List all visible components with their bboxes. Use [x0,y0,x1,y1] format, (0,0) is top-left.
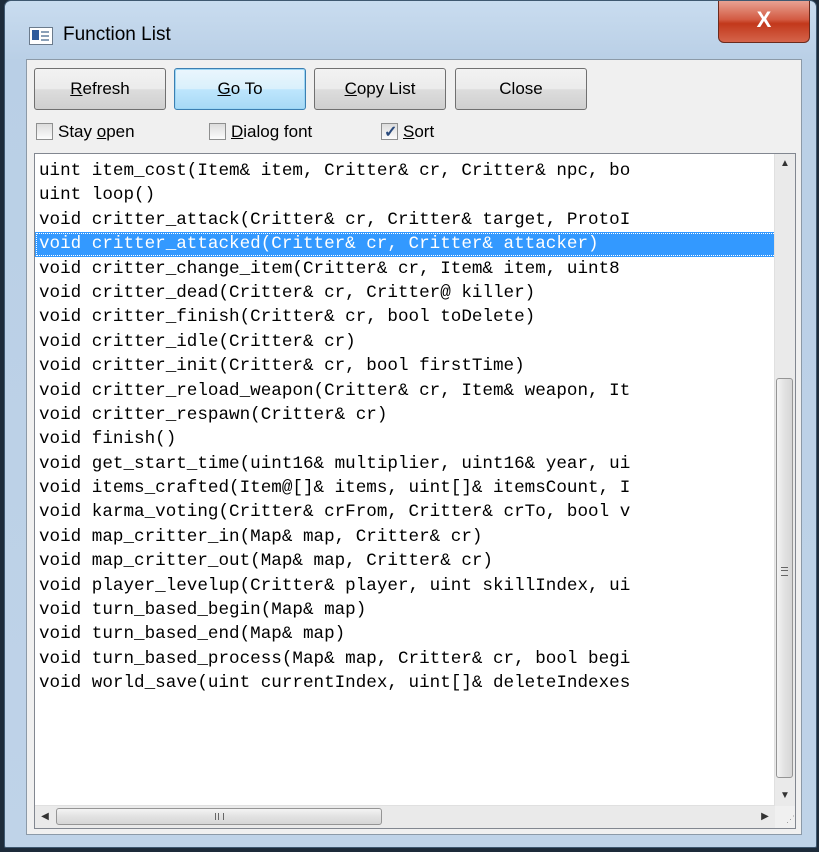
function-list-item[interactable]: void critter_dead(Critter& cr, Critter@ … [35,281,777,305]
function-list-item[interactable]: void player_levelup(Critter& player, uin… [35,574,777,598]
refresh-button[interactable]: Refresh [34,68,166,110]
function-list-item[interactable]: void critter_finish(Critter& cr, bool to… [35,305,777,329]
dialog-font-checkbox-box[interactable] [209,123,226,140]
function-listbox[interactable]: uint item_cost(Item& item, Critter& cr, … [34,153,796,829]
function-list-rows: uint item_cost(Item& item, Critter& cr, … [35,159,777,696]
vertical-scrollbar[interactable]: ▲ ▼ [774,154,795,806]
size-grip-icon[interactable]: ⋰ [775,806,795,828]
function-list-item[interactable]: void finish() [35,427,777,451]
function-list-item[interactable]: void critter_idle(Critter& cr) [35,330,777,354]
window-title: Function List [63,24,171,45]
function-list-item[interactable]: void karma_voting(Critter& crFrom, Critt… [35,500,777,524]
function-list-item[interactable]: void turn_based_begin(Map& map) [35,598,777,622]
vertical-scroll-thumb[interactable] [776,378,793,778]
stay-open-checkbox[interactable]: Stay open [36,119,135,145]
function-list-item[interactable]: void turn_based_end(Map& map) [35,622,777,646]
triangle-up-icon[interactable]: ▲ [775,154,795,174]
go-to-button[interactable]: Go To [174,68,306,110]
function-list-item[interactable]: void critter_attacked(Critter& cr, Critt… [35,232,777,257]
dialog-font-checkbox[interactable]: Dialog font [209,119,312,145]
function-list-item[interactable]: void critter_reload_weapon(Critter& cr, … [35,379,777,403]
function-list-item[interactable]: void items_crafted(Item@[]& items, uint[… [35,476,777,500]
function-list-item[interactable]: void turn_based_process(Map& map, Critte… [35,647,777,671]
horizontal-scroll-thumb[interactable] [56,808,382,825]
function-list-window: Function List X Refresh Go To Copy List … [4,0,817,848]
function-list-item[interactable]: void critter_respawn(Critter& cr) [35,403,777,427]
dialog-client-area: Refresh Go To Copy List Close Stay open … [26,59,802,835]
function-list-item[interactable]: void critter_change_item(Critter& cr, It… [35,257,777,281]
sort-checkbox-box[interactable] [381,120,398,146]
triangle-left-icon[interactable]: ◀ [35,806,55,828]
function-list-item[interactable]: void world_save(uint currentIndex, uint[… [35,671,777,695]
function-list-item[interactable]: void get_start_time(uint16& multiplier, … [35,452,777,476]
copy-list-button[interactable]: Copy List [314,68,446,110]
function-list-item[interactable]: uint loop() [35,183,777,207]
horizontal-scrollbar[interactable]: ◀ ▶ [35,805,775,828]
close-button[interactable]: Close [455,68,587,110]
window-close-button[interactable]: X [718,1,810,43]
function-list-item[interactable]: void critter_init(Critter& cr, bool firs… [35,354,777,378]
function-list-item[interactable]: void map_critter_in(Map& map, Critter& c… [35,525,777,549]
triangle-down-icon[interactable]: ▼ [775,786,795,806]
thumb-grip-icon [215,813,224,820]
stay-open-checkbox-box[interactable] [36,123,53,140]
triangle-right-icon[interactable]: ▶ [755,806,775,828]
thumb-grip-icon [781,567,788,576]
sort-checkbox[interactable]: Sort [381,119,434,146]
title-bar[interactable]: Function List X [5,1,816,59]
app-window-icon [29,27,53,45]
function-list-item[interactable]: void critter_attack(Critter& cr, Critter… [35,208,777,232]
function-list-item[interactable]: uint item_cost(Item& item, Critter& cr, … [35,159,777,183]
function-list-item[interactable]: void map_critter_out(Map& map, Critter& … [35,549,777,573]
